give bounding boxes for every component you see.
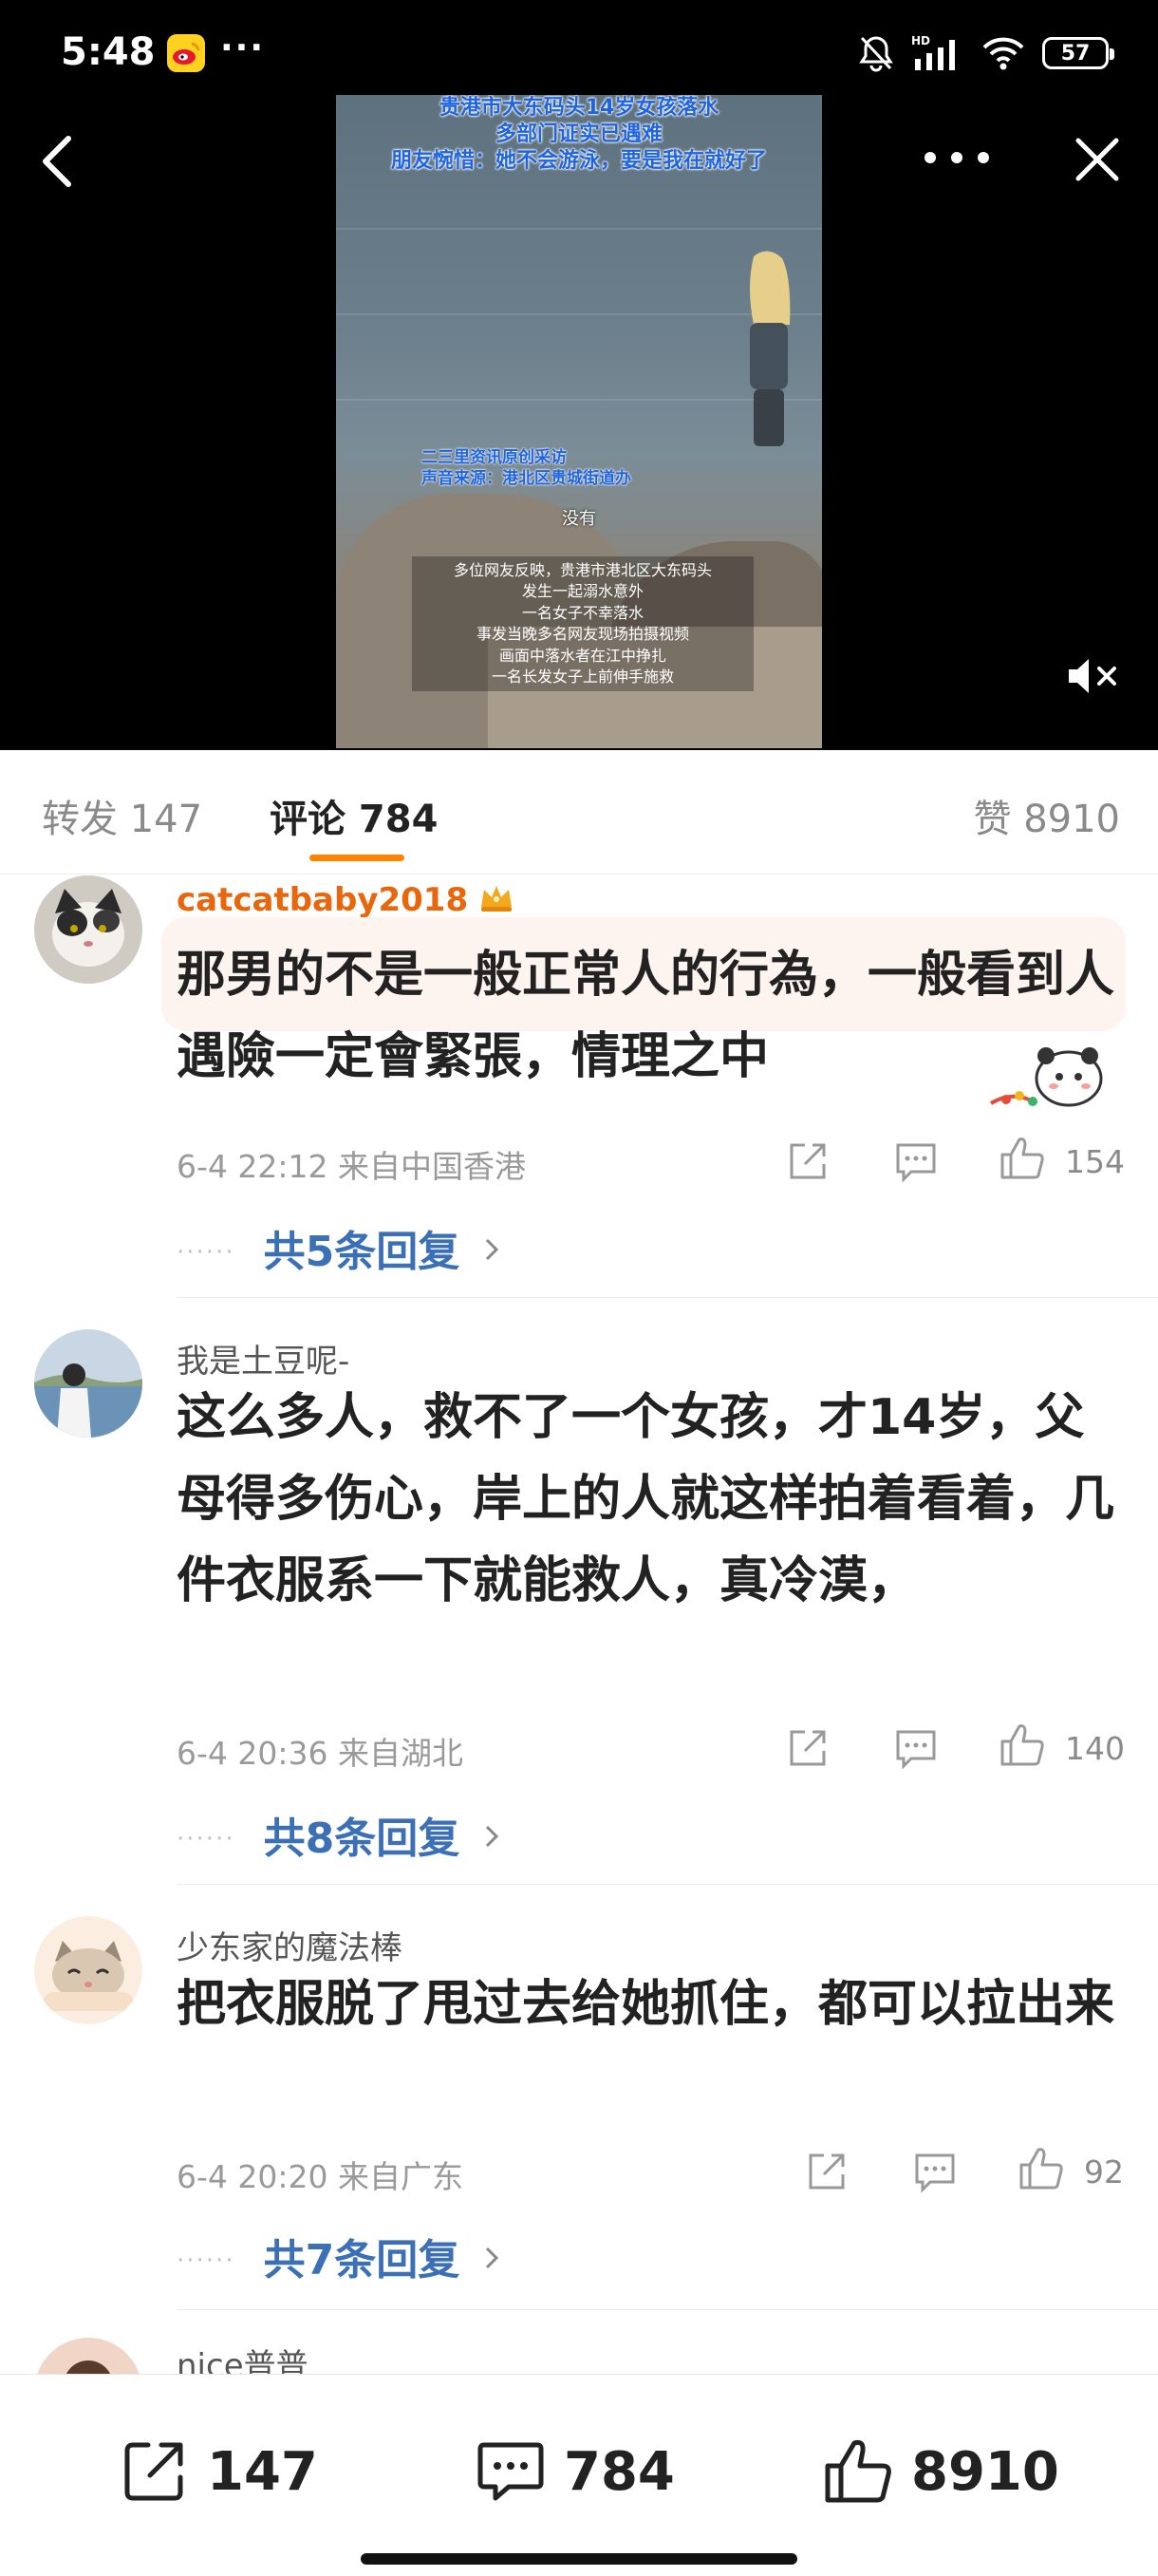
comment-meta: 6-4 20:36 来自湖北 (177, 1735, 463, 1772)
replies-count-label[interactable]: 共8条回复 (264, 1814, 460, 1863)
cellular-signal-icon: HD (911, 34, 955, 70)
like-count: 140 (1065, 1730, 1125, 1767)
video-caption: 没有 (562, 509, 596, 529)
like-button[interactable]: 8910 (822, 2434, 1059, 2510)
share-icon[interactable] (784, 1724, 831, 1772)
view-replies-link[interactable]: ······ 共8条回复 (177, 1804, 499, 1865)
close-icon[interactable] (1071, 133, 1124, 186)
subtitle-line: 一名长发女子上前伸手施救 (491, 667, 674, 686)
subtitle-line: 画面中落水者在江中挣扎 (498, 646, 666, 665)
water-ripple (336, 228, 822, 230)
divider (177, 2309, 1158, 2310)
wifi-icon (982, 37, 1024, 70)
thumbs-up-icon[interactable] (999, 1134, 1046, 1181)
video-title-line: 贵港市大东码头14岁女孩落水 (439, 96, 719, 120)
like-count-total: 8910 (911, 2440, 1059, 2503)
subtitle-line: 发生一起溺水意外 (521, 582, 644, 601)
reply-indent-dots: ······ (177, 2247, 235, 2275)
comment-item: 少东家的魔法棒 把衣服脱了甩过去给她抓住，都可以拉出来 6-4 20:20 来自… (0, 1916, 1158, 2315)
woman-figure (750, 251, 791, 446)
status-icons: HD 57 (858, 32, 1114, 74)
comment-item: catcatbaby2018 那男的不是一般正常人的行為，一般看到人遇險一定會緊… (0, 875, 1158, 1299)
like-count: 92 (1084, 2153, 1124, 2191)
tab-like[interactable]: 赞 8910 (973, 788, 1120, 843)
reply-comment-icon[interactable] (892, 1724, 940, 1772)
comment-count: 784 (564, 2440, 675, 2503)
reply-comment-icon[interactable] (911, 2148, 959, 2195)
subtitle-line: 一名女子不幸落水 (521, 603, 644, 622)
bell-off-icon (859, 36, 893, 72)
share-icon (124, 2442, 183, 2501)
comment-text: 把衣服脱了甩过去给她抓住，都可以拉出来 (177, 1976, 1115, 2033)
reply-indent-dots: ······ (177, 1825, 235, 1853)
chevron-right-icon (486, 1825, 499, 1848)
subtitle-line: 事发当晚多名网友现场拍摄视频 (476, 625, 689, 644)
share-icon[interactable] (784, 1138, 831, 1185)
replies-count-label[interactable]: 共5条回复 (264, 1228, 460, 1276)
bear-sticker-icon (989, 1047, 1103, 1107)
tab-repost[interactable]: 转发 147 (42, 788, 202, 843)
replies-count-label[interactable]: 共7条回复 (264, 2236, 460, 2285)
girl-avatar-image (34, 1329, 142, 1438)
thumbs-up-icon (825, 2439, 891, 2503)
comment-icon (477, 2442, 544, 2501)
comment-item: nice普普 (0, 2338, 1158, 2376)
comment-text: 这么多人，救不了一个女孩，才14岁，父母得多伤心，岸上的人就这样拍着看着，几件衣… (177, 1389, 1115, 1609)
comment-item: 我是土豆呢- 这么多人，救不了一个女孩，才14岁，父母得多伤心，岸上的人就这样拍… (0, 1329, 1158, 1890)
subtitle-line: 多位网友反映，贵港市港北区大东码头 (453, 561, 712, 579)
avatar[interactable] (34, 1916, 142, 2024)
battery-icon: 57 (1042, 37, 1114, 69)
comment-username[interactable]: catcatbaby2018 (177, 881, 515, 919)
user-avatar-image (34, 2338, 142, 2376)
home-indicator[interactable] (361, 2553, 797, 2565)
video-subtitles: 多位网友反映，贵港市港北区大东码头 发生一起溺水意外 一名女子不幸落水 事发当晚… (412, 556, 754, 692)
view-replies-link[interactable]: ······ 共5条回复 (177, 1217, 499, 1278)
like-count: 154 (1065, 1143, 1125, 1180)
status-overflow: ··· (220, 28, 266, 67)
video-title-line: 朋友惋惜：她不会游泳，要是我在就好了 (390, 149, 767, 173)
status-time: 5:48 (61, 30, 156, 74)
comment-button[interactable]: 784 (475, 2434, 675, 2510)
back-icon[interactable] (34, 133, 82, 190)
cat-cartoon-avatar-image (34, 1916, 142, 2024)
avatar[interactable] (34, 2338, 142, 2376)
view-replies-link[interactable]: ······ 共7条回复 (177, 2226, 499, 2286)
status-bar: 5:48 ··· HD 57 (0, 0, 1158, 104)
comment-username[interactable]: nice普普 (177, 2340, 308, 2376)
comment-username[interactable]: 少东家的魔法棒 (177, 1922, 402, 1968)
thumbs-up-icon[interactable] (1018, 2144, 1065, 2191)
chevron-right-icon (486, 2247, 499, 2269)
avatar[interactable] (34, 1329, 142, 1438)
repost-button[interactable]: 147 (118, 2434, 318, 2510)
video-source-line: 声音来源：港北区贵城街道办 (421, 469, 631, 488)
video-source-line: 二三里资讯原创采访 (421, 448, 567, 467)
svg-text:HD: HD (911, 34, 930, 47)
thumbs-up-icon[interactable] (999, 1720, 1046, 1768)
vip-crown-icon (481, 886, 513, 912)
reply-comment-icon[interactable] (892, 1138, 940, 1185)
avatar[interactable] (34, 875, 142, 984)
comment-meta: 6-4 20:20 来自广东 (177, 2158, 463, 2195)
weibo-notification-icon (167, 34, 205, 72)
tab-comment[interactable]: 评论 784 (270, 788, 438, 843)
interaction-tabs: 转发 147 评论 784 赞 8910 (0, 750, 1158, 874)
comment-username[interactable]: 我是土豆呢- (177, 1335, 349, 1382)
video-frame[interactable]: 贵港市大东码头14岁女孩落水 多部门证实已遇难 朋友惋惜：她不会游泳，要是我在就… (336, 95, 822, 748)
share-icon[interactable] (803, 2148, 850, 2195)
repost-count: 147 (207, 2440, 318, 2503)
username-text[interactable]: catcatbaby2018 (177, 881, 468, 919)
comment-text: 那男的不是一般正常人的行為，一般看到人遇險一定會緊張，情理之中 (177, 947, 1115, 1085)
divider (177, 1297, 1158, 1298)
bottom-action-bar: 147 784 8910 (0, 2374, 1158, 2576)
video-player[interactable]: 5:48 ··· HD 57 贵港市大东码头14岁女孩落水 多部门证实已遇难 朋… (0, 0, 1158, 750)
mute-icon[interactable] (1065, 655, 1122, 697)
more-options-icon[interactable] (919, 139, 995, 177)
video-title-line: 多部门证实已遇难 (495, 122, 663, 146)
comment-meta: 6-4 22:12 来自中国香港 (177, 1148, 526, 1185)
reply-indent-dots: ······ (177, 1238, 235, 1267)
chevron-right-icon (486, 1238, 499, 1261)
divider (177, 1884, 1158, 1885)
cat-avatar-image (34, 875, 142, 984)
active-tab-indicator (309, 855, 404, 861)
